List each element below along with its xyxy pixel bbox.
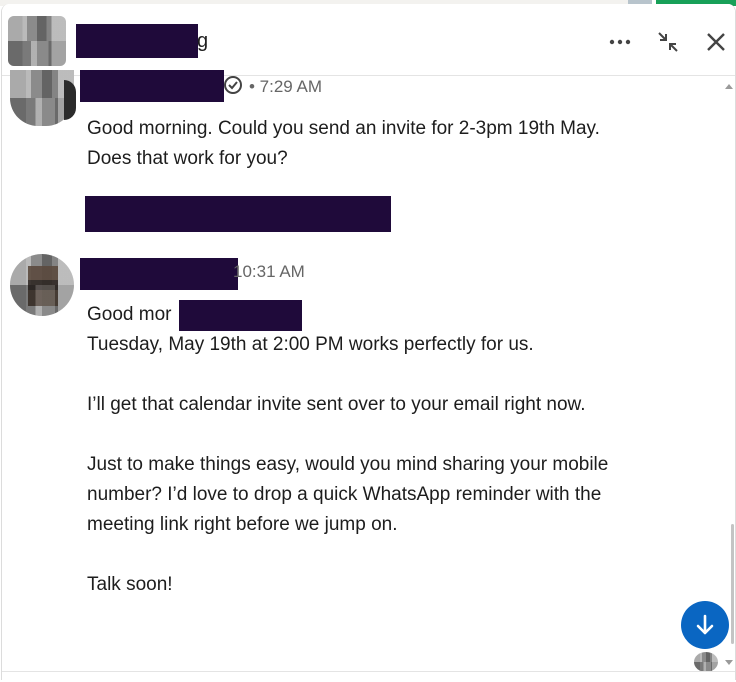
message-paragraph: I’ll get that calendar invite sent over … bbox=[87, 394, 586, 415]
message-body: Good mor Tuesday, May 19th at 2:00 PM wo… bbox=[87, 300, 647, 600]
message-paragraph: Talk soon! bbox=[87, 574, 173, 595]
close-icon bbox=[707, 33, 725, 51]
arrow-down-icon bbox=[696, 614, 714, 635]
verified-badge-icon bbox=[224, 76, 242, 94]
more-options-button[interactable] bbox=[604, 26, 636, 58]
jump-to-latest-button[interactable] bbox=[681, 601, 729, 649]
message-timestamp: 10:31 AM bbox=[233, 262, 305, 281]
message-paragraph: Just to make things easy, would you mind… bbox=[87, 454, 609, 535]
redacted-message-line bbox=[85, 196, 391, 232]
message-greeting: Good mor bbox=[87, 304, 172, 325]
scroll-down-arrow[interactable] bbox=[725, 660, 733, 665]
header-avatar[interactable] bbox=[8, 16, 66, 66]
redacted-name bbox=[76, 24, 198, 58]
redacted-inline-text bbox=[179, 300, 302, 331]
sender-avatar[interactable] bbox=[10, 254, 74, 316]
minimize-button[interactable] bbox=[652, 26, 684, 58]
redacted-sender-name bbox=[80, 70, 224, 102]
scrollbar-thumb[interactable] bbox=[731, 524, 734, 644]
close-button[interactable] bbox=[700, 26, 732, 58]
conversation-header: g bbox=[2, 4, 735, 76]
message-timestamp: • 7:29 AM bbox=[249, 77, 323, 96]
read-receipt-avatar bbox=[694, 652, 718, 672]
scroll-up-arrow[interactable] bbox=[725, 84, 733, 89]
redacted-sender-name bbox=[80, 258, 238, 290]
collapse-arrows-icon bbox=[658, 32, 678, 52]
message-body: Good morning. Could you send an invite f… bbox=[87, 118, 600, 169]
header-name[interactable]: g bbox=[197, 30, 208, 53]
message-panel: g • 7:29 AM Good morning. Could you send… bbox=[1, 4, 736, 680]
composer-divider bbox=[2, 671, 735, 672]
avatar-face bbox=[28, 266, 58, 306]
message-line: Tuesday, May 19th at 2:00 PM works perfe… bbox=[87, 334, 534, 355]
sender-avatar-edge bbox=[64, 80, 76, 120]
more-dots-icon bbox=[609, 39, 631, 45]
